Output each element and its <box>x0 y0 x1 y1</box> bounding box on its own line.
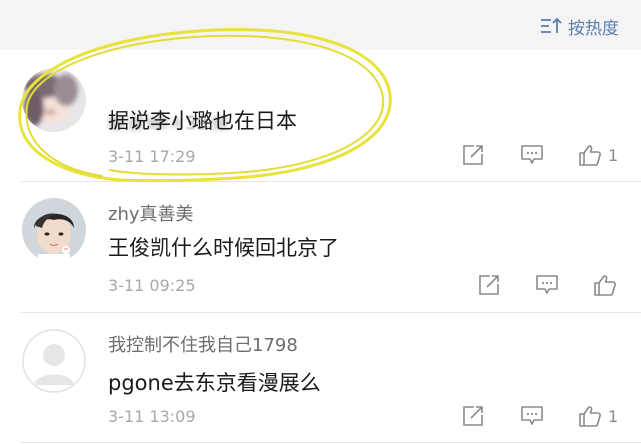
comment-text: 据说李小璐也在日本 <box>108 109 297 133</box>
thumbs-up-icon <box>578 405 602 427</box>
comment-time: 3-11 09:25 <box>108 276 196 295</box>
avatar-placeholder[interactable] <box>22 329 86 393</box>
like-button[interactable]: 1 <box>578 144 618 166</box>
share-icon <box>462 405 484 427</box>
sort-label: 按热度 <box>568 18 619 39</box>
share-icon <box>478 274 500 296</box>
thumbs-up-icon <box>578 144 602 166</box>
comment-text: 王俊凯什么时候回北京了 <box>108 236 339 260</box>
like-count: 1 <box>608 145 619 165</box>
comment-item: 39 据说李小璐也在日本 3-11 17:29 1 <box>0 50 641 180</box>
comment-icon <box>520 405 544 427</box>
like-button[interactable] <box>593 274 623 296</box>
top-bar: 按热度 <box>0 0 641 50</box>
share-button[interactable] <box>478 274 500 296</box>
sort-icon <box>540 16 562 36</box>
comment-item: zhy真善美 王俊凯什么时候回北京了 3-11 09:25 <box>0 182 641 312</box>
comment-time: 3-11 17:29 <box>108 147 196 166</box>
share-icon <box>462 144 484 166</box>
divider <box>20 442 641 443</box>
avatar[interactable] <box>22 68 86 132</box>
username[interactable]: 我控制不住我自己1798 <box>108 331 298 357</box>
reply-button[interactable] <box>535 274 559 296</box>
comment-time: 3-11 13:09 <box>108 407 196 426</box>
thumbs-up-icon <box>593 274 617 296</box>
like-count: 1 <box>608 406 619 426</box>
comment-item: 我控制不住我自己1798 pgone去东京看漫展么 3-11 13:09 1 <box>0 313 641 444</box>
avatar[interactable] <box>22 198 86 262</box>
share-button[interactable] <box>462 405 484 427</box>
sort-by-hot-button[interactable]: 按热度 <box>540 14 619 39</box>
share-button[interactable] <box>462 144 484 166</box>
like-button[interactable]: 1 <box>578 405 618 427</box>
reply-button[interactable] <box>520 144 544 166</box>
comment-icon <box>535 274 559 296</box>
comment-text: pgone去东京看漫展么 <box>108 371 321 395</box>
reply-button[interactable] <box>520 405 544 427</box>
comment-icon <box>520 144 544 166</box>
username[interactable]: zhy真善美 <box>108 200 194 226</box>
